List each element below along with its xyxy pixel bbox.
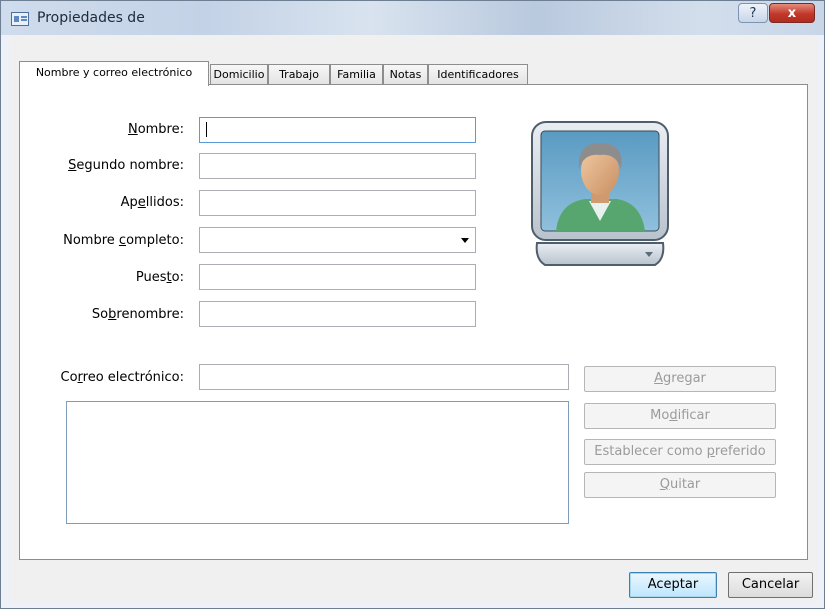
nombre-completo-combobox[interactable] [199,227,476,253]
nombre-label: Nombre: [127,122,184,137]
tab-address[interactable]: Domicilio [210,64,268,84]
modificar-button[interactable]: Modificar [584,403,776,429]
text-caret [206,122,207,137]
set-preferred-button[interactable]: Establecer como preferido [584,439,776,465]
help-button[interactable]: ? [738,3,768,23]
nombre-completo-label: Nombre completo: [63,233,184,248]
email-list[interactable] [66,401,569,524]
contact-photo[interactable] [529,119,671,281]
contact-card-icon [11,12,29,26]
apellidos-label: Apellidos: [120,195,184,210]
correo-label: Correo electrónico: [60,370,185,385]
correo-field[interactable] [199,364,569,390]
tab-work[interactable]: Trabajo [268,64,330,84]
segundo-nombre-field[interactable] [199,153,476,179]
sobrenombre-label: Sobrenombre: [91,307,184,322]
puesto-field[interactable] [199,264,476,290]
tab-notes[interactable]: Notas [383,64,428,84]
tab-name-email[interactable]: Nombre y correo electrónico [19,61,209,86]
apellidos-field[interactable] [199,190,476,216]
contact-photo-icon [531,121,669,266]
ok-button[interactable]: Aceptar [629,572,717,598]
agregar-button[interactable]: Agregar [584,366,776,392]
tab-identifiers[interactable]: Identificadores [428,64,528,84]
puesto-label: Puesto: [135,270,184,285]
window-title: Propiedades de [37,10,145,26]
title-bar: Propiedades de ? x [1,1,824,35]
nombre-field[interactable] [199,117,476,143]
properties-dialog: Propiedades de ? x Nombre y correo elect… [0,0,825,609]
dropdown-arrow-icon[interactable] [461,238,469,243]
cancel-button[interactable]: Cancelar [728,572,813,598]
tab-family[interactable]: Familia [330,64,383,84]
segundo-nombre-label: Segundo nombre: [68,158,184,173]
quitar-button[interactable]: Quitar [584,472,776,498]
close-button[interactable]: x [769,3,815,23]
sobrenombre-field[interactable] [199,301,476,327]
